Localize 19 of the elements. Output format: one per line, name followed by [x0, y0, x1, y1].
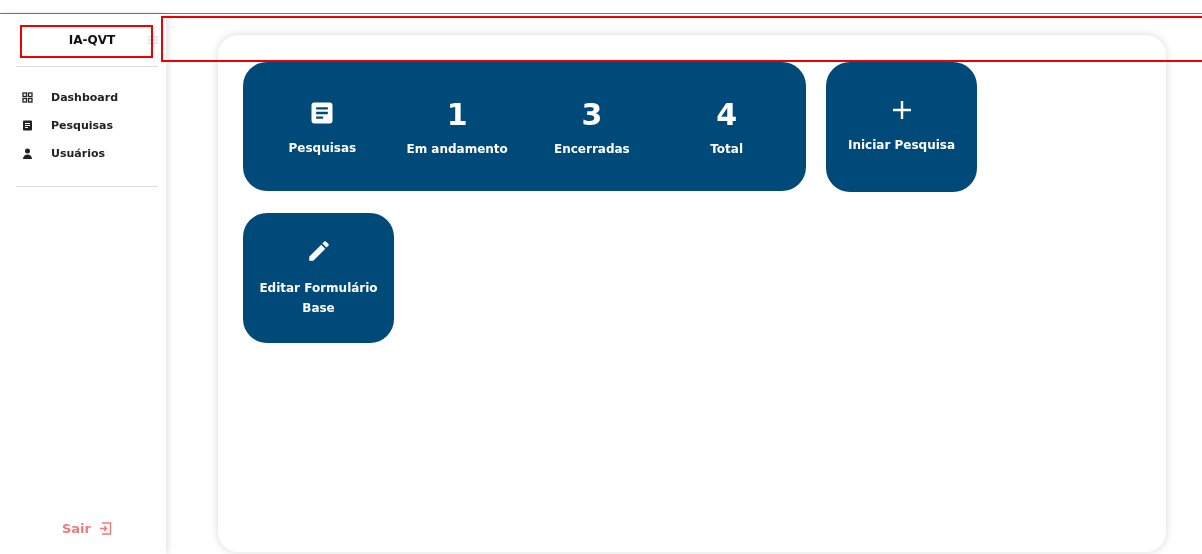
nav-item[interactable]: Usuários: [22, 147, 158, 160]
menu-icon[interactable]: [148, 36, 158, 44]
nav-item[interactable]: Dashboard: [22, 91, 158, 104]
grid-icon: [22, 92, 33, 103]
action-button[interactable]: Iniciar Pesquisa: [826, 62, 977, 192]
plus-icon: [890, 99, 913, 121]
stat-label: Pesquisas: [288, 140, 357, 155]
user-icon: [22, 148, 33, 159]
stat-value: 4: [716, 97, 738, 132]
stat-value: 1: [446, 97, 468, 132]
app-title: IA-QVT: [67, 33, 117, 47]
action-button[interactable]: Editar Formulário Base: [243, 213, 394, 343]
stat-value: 3: [581, 97, 603, 132]
nav-item[interactable]: Pesquisas: [22, 119, 158, 132]
stat-label: Encerradas: [554, 141, 630, 156]
logout-icon: [99, 522, 112, 535]
document-icon: [22, 120, 33, 131]
stat-label: Em andamento: [406, 141, 508, 156]
stat-label: Total: [710, 141, 743, 156]
